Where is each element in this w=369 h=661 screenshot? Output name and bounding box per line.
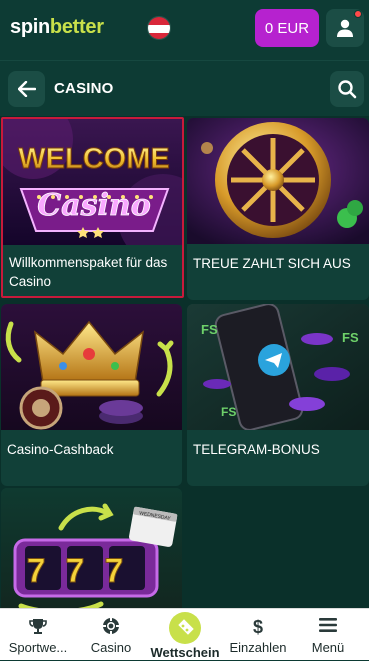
promo-label-loyalty: TREUE ZAHLT SICH AUS — [193, 256, 351, 271]
section-header: CASINO — [0, 60, 369, 116]
promo-card-welcome[interactable]: WELCOME Casino Willkommenspaket für das … — [1, 117, 184, 298]
ticket-icon — [178, 619, 194, 635]
dollar-icon: $ — [253, 617, 263, 637]
nav-deposit[interactable]: $ Einzahlen — [224, 609, 292, 661]
nav-label-menu: Menü — [311, 640, 345, 655]
fs-badge-1: FS — [201, 322, 218, 337]
nav-casino[interactable]: Casino — [76, 609, 146, 661]
casino-chip-icon — [103, 618, 119, 634]
austria-flag-icon[interactable] — [147, 16, 171, 40]
promo-card-loyalty[interactable]: TREUE ZAHLT SICH AUS — [187, 118, 369, 300]
promo-label-telegram: TELEGRAM-BONUS — [193, 442, 320, 457]
page-title: CASINO — [54, 80, 114, 97]
nav-label-sports: Sportwe... — [8, 640, 68, 655]
search-icon — [338, 80, 357, 99]
menu-icon — [319, 618, 337, 632]
bottom-navigation: Sportwe... Casino Wettschein $ Einzahlen — [0, 608, 369, 660]
golden-crown-chips-image — [1, 304, 182, 430]
nav-menu[interactable]: Menü — [292, 609, 364, 661]
fs-badge-2: FS — [342, 330, 359, 345]
promo-card-slot[interactable]: 777 WEDNESDAY — [1, 488, 182, 608]
back-button[interactable] — [8, 71, 45, 107]
spinbetter-logo[interactable]: spinbetter — [10, 16, 104, 39]
nav-label-deposit: Einzahlen — [229, 640, 287, 655]
svg-text:$: $ — [253, 617, 263, 637]
promo-label-welcome: Willkommenspaket für das Casino — [9, 255, 168, 289]
search-button[interactable] — [330, 71, 364, 107]
logo-text-better: better — [49, 16, 104, 38]
welcome-casino-banner: WELCOME Casino — [3, 119, 182, 245]
golden-wheel-image — [187, 118, 369, 244]
nav-sports[interactable]: Sportwe... — [0, 609, 76, 661]
slot-777-image: 777 WEDNESDAY — [1, 488, 182, 608]
promo-card-telegram[interactable]: FS FS FS TELEGRAM-BONUS — [187, 304, 369, 486]
fs-badge-3: FS — [221, 405, 236, 419]
ticket-icon-circle — [169, 612, 201, 644]
user-icon — [337, 19, 353, 37]
balance-button[interactable]: 0 EUR — [255, 9, 319, 47]
nav-betslip[interactable]: Wettschein — [146, 609, 224, 661]
slot-digits: 777 — [27, 552, 144, 590]
notification-dot — [354, 10, 362, 18]
banner-word-casino: Casino — [37, 188, 150, 223]
trophy-icon — [29, 619, 47, 634]
banner-word-welcome: WELCOME — [18, 143, 169, 175]
promotions-grid: WELCOME Casino Willkommenspaket für das … — [0, 116, 369, 608]
nav-label-betslip: Wettschein — [150, 645, 220, 660]
promo-card-cashback[interactable]: Casino-Cashback — [1, 304, 182, 486]
promo-label-cashback: Casino-Cashback — [7, 442, 114, 457]
nav-label-casino: Casino — [90, 640, 132, 655]
logo-text-spin: spin — [10, 16, 50, 38]
arrow-left-icon — [17, 81, 36, 97]
top-bar: spinbetter 0 EUR — [0, 0, 369, 60]
telegram-phone-image: FS FS FS — [187, 304, 369, 430]
